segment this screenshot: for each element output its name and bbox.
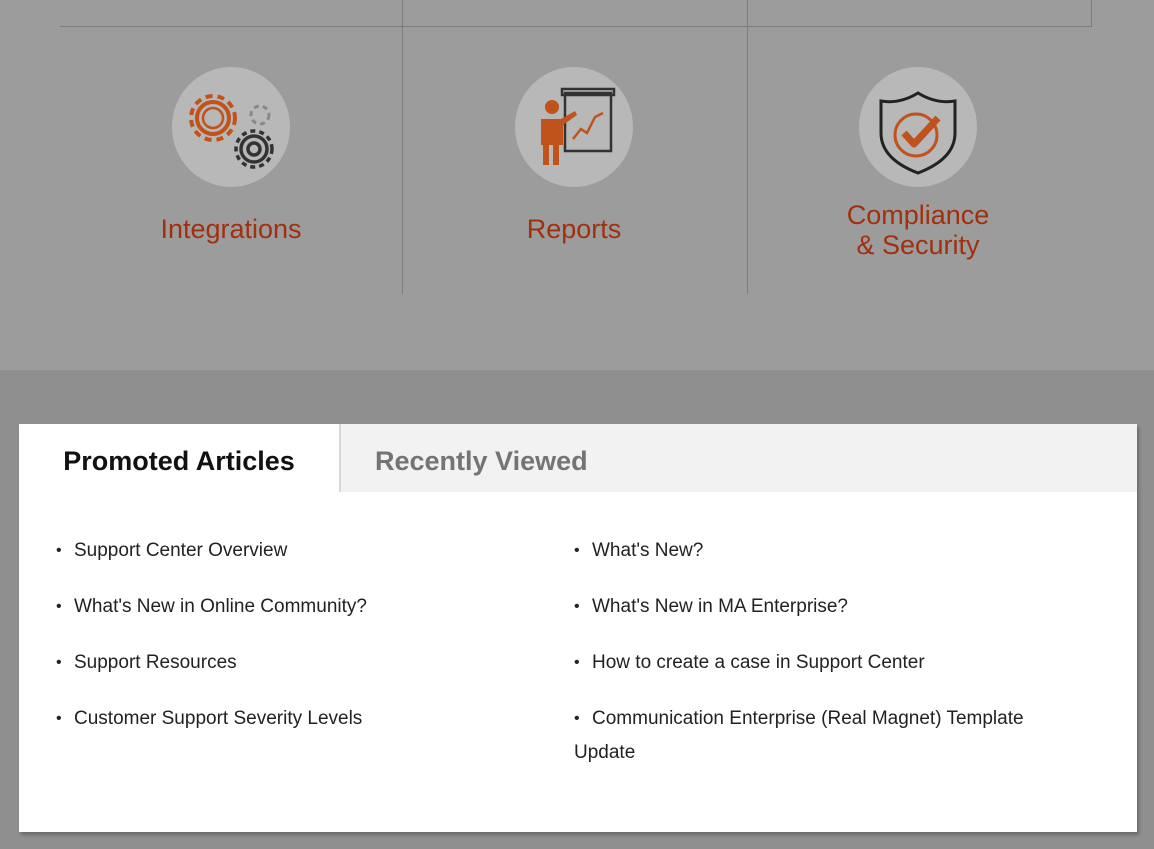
bullet-icon: • xyxy=(56,654,62,671)
feature-label[interactable]: Reports xyxy=(403,214,745,244)
bullet-icon: • xyxy=(56,710,62,727)
bullet-icon: • xyxy=(56,542,62,559)
list-item: • What's New? xyxy=(574,534,1064,568)
article-list-left: • Support Center Overview • What's New i… xyxy=(56,534,526,758)
article-list-right: • What's New? • What's New in MA Enterpr… xyxy=(574,534,1064,792)
article-link[interactable]: Support Resources xyxy=(56,646,526,680)
bullet-icon: • xyxy=(574,654,580,671)
list-item: • How to create a case in Support Center xyxy=(574,646,1064,680)
feature-label-line[interactable]: Compliance xyxy=(747,200,1089,230)
feature-label[interactable]: Integrations xyxy=(60,214,402,244)
article-link[interactable]: Communication Enterprise (Real Magnet) T… xyxy=(574,702,1064,770)
feature-label-line[interactable]: Reports xyxy=(403,214,745,244)
icon-badge xyxy=(859,67,977,187)
article-link[interactable]: Customer Support Severity Levels xyxy=(56,702,526,736)
list-item: • Support Center Overview xyxy=(56,534,526,568)
grid-divider xyxy=(1091,0,1092,27)
feature-tile-integrations[interactable]: Integrations xyxy=(60,26,402,294)
gears-icon xyxy=(189,94,274,169)
article-link[interactable]: Support Center Overview xyxy=(56,534,526,568)
article-link[interactable]: What's New in MA Enterprise? xyxy=(574,590,1064,624)
presentation-chart-icon xyxy=(541,87,616,165)
list-item: • Customer Support Severity Levels xyxy=(56,702,526,736)
feature-label[interactable]: Compliance & Security xyxy=(747,200,1089,260)
article-link[interactable]: What's New in Online Community? xyxy=(56,590,526,624)
tab-bar: Promoted Articles Recently Viewed xyxy=(19,424,1137,492)
tab-promoted-articles[interactable]: Promoted Articles xyxy=(19,424,339,492)
list-item: • What's New in MA Enterprise? xyxy=(574,590,1064,624)
articles-panel: Promoted Articles Recently Viewed • Supp… xyxy=(19,424,1137,832)
feature-tile-reports[interactable]: Reports xyxy=(403,26,745,294)
bullet-icon: • xyxy=(574,542,580,559)
bullet-icon: • xyxy=(56,598,62,615)
feature-section: Integrations Reports Compliance & Securi… xyxy=(0,0,1154,370)
tab-recently-viewed[interactable]: Recently Viewed xyxy=(339,424,639,492)
bullet-icon: • xyxy=(574,710,580,727)
list-item: • What's New in Online Community? xyxy=(56,590,526,624)
icon-badge xyxy=(172,67,290,187)
icon-badge xyxy=(515,67,633,187)
feature-label-line[interactable]: & Security xyxy=(747,230,1089,260)
feature-tile-compliance-security[interactable]: Compliance & Security xyxy=(747,26,1089,294)
article-link[interactable]: How to create a case in Support Center xyxy=(574,646,1064,680)
bullet-icon: • xyxy=(574,598,580,615)
list-item: • Communication Enterprise (Real Magnet)… xyxy=(574,702,1064,770)
list-item: • Support Resources xyxy=(56,646,526,680)
shield-check-icon xyxy=(879,91,957,175)
article-link[interactable]: What's New? xyxy=(574,534,1064,568)
feature-label-line[interactable]: Integrations xyxy=(60,214,402,244)
